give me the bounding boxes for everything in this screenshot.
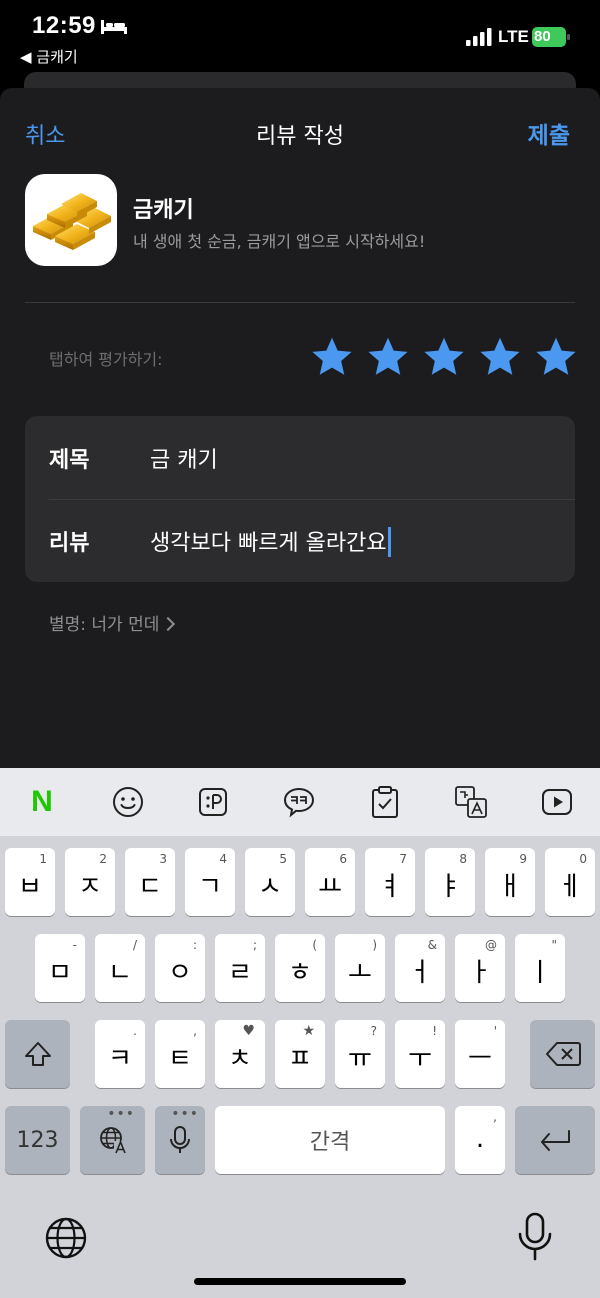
globe-icon[interactable] — [44, 1216, 88, 1260]
app-subtitle: 내 생애 첫 순금, 금캐기 앱으로 시작하세요! — [133, 232, 426, 251]
play-icon[interactable] — [540, 785, 574, 819]
emoji-icon[interactable] — [111, 785, 145, 819]
keyboard-toolbar: N — [0, 768, 600, 836]
divider — [25, 302, 575, 303]
backspace-key[interactable] — [530, 1020, 595, 1088]
key-d[interactable]: 3ㄷ — [125, 848, 175, 916]
key-yu[interactable]: ? ㅠ — [335, 1020, 385, 1088]
review-form: 제목 금 캐기 리뷰 생각보다 빠르게 올라간요 — [25, 416, 575, 582]
key-i[interactable]: " ㅣ — [515, 934, 565, 1002]
nickname-link[interactable]: 별명: 너가 먼데 — [49, 610, 176, 635]
app-icon — [25, 174, 117, 266]
star-icon-4[interactable] — [478, 335, 522, 379]
star-rating[interactable] — [310, 335, 578, 379]
cellular-signal-icon — [466, 28, 492, 46]
globe-a-icon — [99, 1127, 127, 1154]
review-text: 생각보다 빠르게 올라간요 — [150, 531, 387, 556]
chevron-right-icon — [161, 616, 176, 631]
status-bar: 12:59 ◀ 금캐기 LTE 80 — [0, 0, 600, 70]
key-yeo[interactable]: 7ㅕ — [365, 848, 415, 916]
keyboard-bottom-bar — [0, 1182, 600, 1298]
shift-key[interactable] — [5, 1020, 70, 1088]
key-h[interactable]: (ㅎ — [275, 934, 325, 1002]
key-u[interactable]: ! ㅜ — [395, 1020, 445, 1088]
back-to-app-link[interactable]: ◀ 금캐기 — [20, 46, 78, 67]
key-n[interactable]: / ㄴ — [95, 934, 145, 1002]
key-p[interactable]: ★ ㅍ — [275, 1020, 325, 1088]
key-eo[interactable]: & ㅓ — [395, 934, 445, 1002]
microphone-dictation-icon[interactable] — [516, 1212, 554, 1262]
text-cursor — [387, 527, 391, 557]
network-type: LTE — [498, 27, 529, 46]
globe-language-key[interactable]: ••• — [80, 1106, 145, 1174]
sheet-title: 리뷰 작성 — [256, 124, 344, 149]
backspace-icon — [545, 1042, 581, 1066]
numbers-key[interactable]: 123 — [5, 1106, 70, 1174]
battery-level: 80 — [534, 28, 551, 45]
keyboard: N 1ㅂ 2ㅈ 3ㄷ 4ㄱ 5ㅅ 6ㅛ 7ㅕ 8ㅑ 9ㅐ 0ㅔ -ㅁ / ㄴ :ㅇ… — [0, 768, 600, 1182]
naver-n-icon[interactable]: N — [25, 785, 59, 819]
star-icon-5[interactable] — [534, 335, 578, 379]
key-o[interactable]: ) ㅗ — [335, 934, 385, 1002]
period-key[interactable]: ,. — [455, 1106, 505, 1174]
status-time: 12:59 — [32, 12, 96, 39]
shift-icon — [24, 1042, 51, 1066]
sleep-focus-icon — [101, 20, 127, 34]
review-row[interactable]: 리뷰 생각보다 빠르게 올라간요 — [25, 499, 575, 582]
kk-bubble-icon[interactable] — [282, 785, 316, 819]
key-a[interactable]: @ ㅏ — [455, 934, 505, 1002]
gold-bars-icon — [33, 193, 111, 250]
star-icon-1[interactable] — [310, 335, 354, 379]
space-key[interactable]: 간격 — [215, 1106, 445, 1174]
key-t[interactable]: ,ㅌ — [155, 1020, 205, 1088]
key-s[interactable]: 5ㅅ — [245, 848, 295, 916]
title-input[interactable]: 금 캐기 — [150, 442, 218, 474]
home-indicator[interactable] — [194, 1278, 406, 1285]
return-key[interactable] — [515, 1106, 595, 1174]
clipboard-icon[interactable] — [368, 785, 402, 819]
key-ng[interactable]: :ㅇ — [155, 934, 205, 1002]
key-ya[interactable]: 8ㅑ — [425, 848, 475, 916]
review-input[interactable]: 생각보다 빠르게 올라간요 — [150, 525, 391, 557]
dictation-key[interactable]: ••• — [155, 1106, 205, 1174]
return-icon — [541, 1130, 570, 1151]
key-b[interactable]: 1ㅂ — [5, 848, 55, 916]
key-e[interactable]: 0ㅔ — [545, 848, 595, 916]
key-eu[interactable]: ' ㅡ — [455, 1020, 505, 1088]
app-name: 금캐기 — [133, 198, 194, 223]
review-sheet: 리뷰 작성 취소 제출 금캐기 내 생애 첫 순금, 금캐기 앱으로 시작하세요… — [0, 88, 600, 768]
battery-icon: 80 — [532, 27, 570, 47]
key-j[interactable]: 2ㅈ — [65, 848, 115, 916]
star-icon-2[interactable] — [366, 335, 410, 379]
rating-label: 탭하여 평가하기: — [49, 350, 163, 369]
title-row[interactable]: 제목 금 캐기 — [25, 416, 575, 499]
key-g[interactable]: 4ㄱ — [185, 848, 235, 916]
key-k[interactable]: .ㅋ — [95, 1020, 145, 1088]
microphone-icon — [170, 1126, 190, 1153]
star-icon-3[interactable] — [422, 335, 466, 379]
translate-icon[interactable] — [454, 785, 488, 819]
key-r[interactable]: ; ㄹ — [215, 934, 265, 1002]
cancel-button[interactable]: 취소 — [25, 118, 65, 150]
nickname-text: 별명: 너가 먼데 — [49, 615, 160, 635]
key-ch[interactable]: ♥ ㅊ — [215, 1020, 265, 1088]
key-yo[interactable]: 6ㅛ — [305, 848, 355, 916]
emoticon-text-icon[interactable] — [196, 785, 230, 819]
key-ae[interactable]: 9ㅐ — [485, 848, 535, 916]
submit-button[interactable]: 제출 — [528, 116, 570, 150]
title-label: 제목 — [49, 448, 90, 473]
key-m[interactable]: -ㅁ — [35, 934, 85, 1002]
review-label: 리뷰 — [49, 531, 90, 556]
